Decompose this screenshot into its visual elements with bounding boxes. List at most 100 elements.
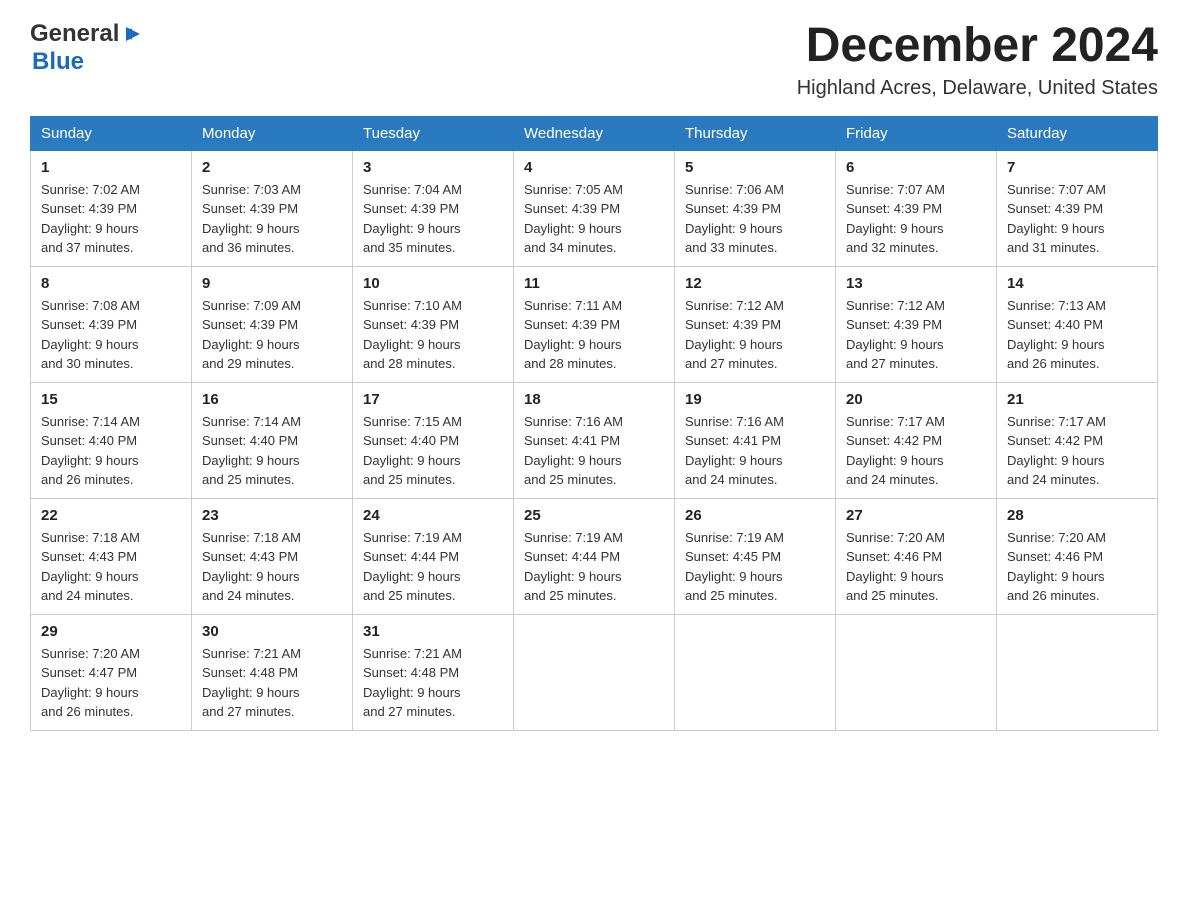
- day-info: Sunrise: 7:12 AM Sunset: 4:39 PM Dayligh…: [685, 296, 825, 374]
- day-number: 27: [846, 507, 986, 524]
- table-row: 8 Sunrise: 7:08 AM Sunset: 4:39 PM Dayli…: [31, 266, 192, 382]
- table-row: 28 Sunrise: 7:20 AM Sunset: 4:46 PM Dayl…: [997, 498, 1158, 614]
- week-row-2: 8 Sunrise: 7:08 AM Sunset: 4:39 PM Dayli…: [31, 266, 1158, 382]
- day-info: Sunrise: 7:17 AM Sunset: 4:42 PM Dayligh…: [846, 412, 986, 490]
- table-row: 25 Sunrise: 7:19 AM Sunset: 4:44 PM Dayl…: [514, 498, 675, 614]
- table-row: 2 Sunrise: 7:03 AM Sunset: 4:39 PM Dayli…: [192, 150, 353, 266]
- table-row: 1 Sunrise: 7:02 AM Sunset: 4:39 PM Dayli…: [31, 150, 192, 266]
- day-info: Sunrise: 7:20 AM Sunset: 4:46 PM Dayligh…: [1007, 528, 1147, 606]
- table-row: 5 Sunrise: 7:06 AM Sunset: 4:39 PM Dayli…: [675, 150, 836, 266]
- table-row: 22 Sunrise: 7:18 AM Sunset: 4:43 PM Dayl…: [31, 498, 192, 614]
- day-number: 16: [202, 391, 342, 408]
- table-row: 11 Sunrise: 7:11 AM Sunset: 4:39 PM Dayl…: [514, 266, 675, 382]
- table-row: 30 Sunrise: 7:21 AM Sunset: 4:48 PM Dayl…: [192, 614, 353, 730]
- day-number: 22: [41, 507, 181, 524]
- day-number: 11: [524, 275, 664, 292]
- day-number: 14: [1007, 275, 1147, 292]
- table-row: 19 Sunrise: 7:16 AM Sunset: 4:41 PM Dayl…: [675, 382, 836, 498]
- day-info: Sunrise: 7:09 AM Sunset: 4:39 PM Dayligh…: [202, 296, 342, 374]
- logo-icon: [122, 23, 144, 45]
- table-row: 13 Sunrise: 7:12 AM Sunset: 4:39 PM Dayl…: [836, 266, 997, 382]
- day-number: 18: [524, 391, 664, 408]
- day-info: Sunrise: 7:14 AM Sunset: 4:40 PM Dayligh…: [41, 412, 181, 490]
- day-number: 15: [41, 391, 181, 408]
- day-number: 28: [1007, 507, 1147, 524]
- table-row: [514, 614, 675, 730]
- month-title: December 2024: [797, 20, 1158, 73]
- day-info: Sunrise: 7:19 AM Sunset: 4:44 PM Dayligh…: [363, 528, 503, 606]
- header-sunday: Sunday: [31, 116, 192, 150]
- day-info: Sunrise: 7:07 AM Sunset: 4:39 PM Dayligh…: [846, 180, 986, 258]
- table-row: 16 Sunrise: 7:14 AM Sunset: 4:40 PM Dayl…: [192, 382, 353, 498]
- day-info: Sunrise: 7:03 AM Sunset: 4:39 PM Dayligh…: [202, 180, 342, 258]
- day-number: 30: [202, 623, 342, 640]
- location-title: Highland Acres, Delaware, United States: [797, 77, 1158, 100]
- logo: General Blue: [30, 20, 144, 76]
- day-number: 10: [363, 275, 503, 292]
- day-number: 24: [363, 507, 503, 524]
- day-info: Sunrise: 7:14 AM Sunset: 4:40 PM Dayligh…: [202, 412, 342, 490]
- day-number: 2: [202, 159, 342, 176]
- day-info: Sunrise: 7:02 AM Sunset: 4:39 PM Dayligh…: [41, 180, 181, 258]
- table-row: 12 Sunrise: 7:12 AM Sunset: 4:39 PM Dayl…: [675, 266, 836, 382]
- day-info: Sunrise: 7:19 AM Sunset: 4:45 PM Dayligh…: [685, 528, 825, 606]
- day-number: 12: [685, 275, 825, 292]
- day-info: Sunrise: 7:08 AM Sunset: 4:39 PM Dayligh…: [41, 296, 181, 374]
- day-number: 26: [685, 507, 825, 524]
- table-row: 4 Sunrise: 7:05 AM Sunset: 4:39 PM Dayli…: [514, 150, 675, 266]
- table-row: 26 Sunrise: 7:19 AM Sunset: 4:45 PM Dayl…: [675, 498, 836, 614]
- day-info: Sunrise: 7:12 AM Sunset: 4:39 PM Dayligh…: [846, 296, 986, 374]
- page-header: General Blue December 2024 Highland Acre…: [30, 20, 1158, 100]
- header-saturday: Saturday: [997, 116, 1158, 150]
- day-info: Sunrise: 7:15 AM Sunset: 4:40 PM Dayligh…: [363, 412, 503, 490]
- day-number: 13: [846, 275, 986, 292]
- day-info: Sunrise: 7:07 AM Sunset: 4:39 PM Dayligh…: [1007, 180, 1147, 258]
- table-row: 23 Sunrise: 7:18 AM Sunset: 4:43 PM Dayl…: [192, 498, 353, 614]
- table-row: 6 Sunrise: 7:07 AM Sunset: 4:39 PM Dayli…: [836, 150, 997, 266]
- day-number: 7: [1007, 159, 1147, 176]
- table-row: [836, 614, 997, 730]
- table-row: 14 Sunrise: 7:13 AM Sunset: 4:40 PM Dayl…: [997, 266, 1158, 382]
- day-info: Sunrise: 7:17 AM Sunset: 4:42 PM Dayligh…: [1007, 412, 1147, 490]
- day-number: 8: [41, 275, 181, 292]
- day-number: 20: [846, 391, 986, 408]
- day-number: 1: [41, 159, 181, 176]
- day-number: 19: [685, 391, 825, 408]
- day-number: 4: [524, 159, 664, 176]
- day-number: 17: [363, 391, 503, 408]
- header-friday: Friday: [836, 116, 997, 150]
- day-info: Sunrise: 7:06 AM Sunset: 4:39 PM Dayligh…: [685, 180, 825, 258]
- header-monday: Monday: [192, 116, 353, 150]
- header-wednesday: Wednesday: [514, 116, 675, 150]
- day-number: 21: [1007, 391, 1147, 408]
- table-row: 3 Sunrise: 7:04 AM Sunset: 4:39 PM Dayli…: [353, 150, 514, 266]
- day-number: 5: [685, 159, 825, 176]
- table-row: 17 Sunrise: 7:15 AM Sunset: 4:40 PM Dayl…: [353, 382, 514, 498]
- table-row: [997, 614, 1158, 730]
- day-info: Sunrise: 7:18 AM Sunset: 4:43 PM Dayligh…: [41, 528, 181, 606]
- week-row-3: 15 Sunrise: 7:14 AM Sunset: 4:40 PM Dayl…: [31, 382, 1158, 498]
- day-number: 3: [363, 159, 503, 176]
- week-row-4: 22 Sunrise: 7:18 AM Sunset: 4:43 PM Dayl…: [31, 498, 1158, 614]
- table-row: 21 Sunrise: 7:17 AM Sunset: 4:42 PM Dayl…: [997, 382, 1158, 498]
- day-number: 25: [524, 507, 664, 524]
- day-info: Sunrise: 7:18 AM Sunset: 4:43 PM Dayligh…: [202, 528, 342, 606]
- day-info: Sunrise: 7:20 AM Sunset: 4:46 PM Dayligh…: [846, 528, 986, 606]
- title-section: December 2024 Highland Acres, Delaware, …: [797, 20, 1158, 100]
- day-info: Sunrise: 7:13 AM Sunset: 4:40 PM Dayligh…: [1007, 296, 1147, 374]
- logo-general-text: General: [30, 20, 119, 48]
- table-row: 29 Sunrise: 7:20 AM Sunset: 4:47 PM Dayl…: [31, 614, 192, 730]
- day-info: Sunrise: 7:10 AM Sunset: 4:39 PM Dayligh…: [363, 296, 503, 374]
- day-number: 29: [41, 623, 181, 640]
- day-info: Sunrise: 7:20 AM Sunset: 4:47 PM Dayligh…: [41, 644, 181, 722]
- calendar-table: Sunday Monday Tuesday Wednesday Thursday…: [30, 116, 1158, 731]
- table-row: 7 Sunrise: 7:07 AM Sunset: 4:39 PM Dayli…: [997, 150, 1158, 266]
- logo-blue-text: Blue: [32, 48, 84, 75]
- day-info: Sunrise: 7:19 AM Sunset: 4:44 PM Dayligh…: [524, 528, 664, 606]
- day-info: Sunrise: 7:05 AM Sunset: 4:39 PM Dayligh…: [524, 180, 664, 258]
- day-info: Sunrise: 7:11 AM Sunset: 4:39 PM Dayligh…: [524, 296, 664, 374]
- week-row-5: 29 Sunrise: 7:20 AM Sunset: 4:47 PM Dayl…: [31, 614, 1158, 730]
- day-info: Sunrise: 7:04 AM Sunset: 4:39 PM Dayligh…: [363, 180, 503, 258]
- table-row: 24 Sunrise: 7:19 AM Sunset: 4:44 PM Dayl…: [353, 498, 514, 614]
- day-info: Sunrise: 7:16 AM Sunset: 4:41 PM Dayligh…: [524, 412, 664, 490]
